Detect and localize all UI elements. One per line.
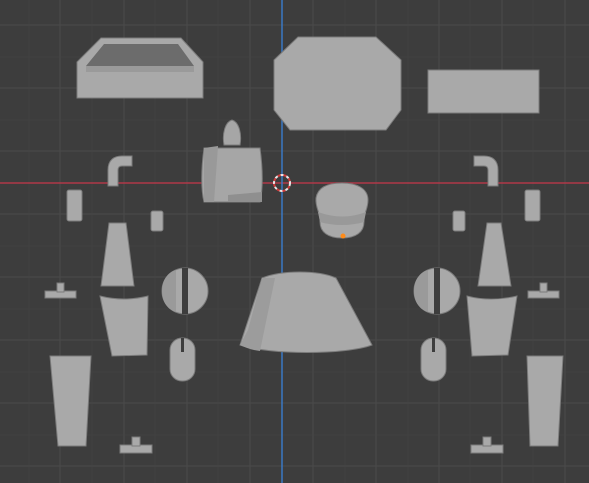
head[interactable] xyxy=(315,182,369,239)
right-capsule[interactable] xyxy=(420,337,447,382)
left-slotted-sphere[interactable] xyxy=(161,267,209,315)
right-small-cylinder[interactable] xyxy=(524,189,541,222)
tray-box[interactable] xyxy=(76,37,204,99)
left-tiny-cylinder[interactable] xyxy=(150,210,164,232)
right-slotted-sphere[interactable] xyxy=(413,267,461,315)
origin-point xyxy=(340,233,346,239)
left-capsule[interactable] xyxy=(169,337,196,382)
octagon-panel[interactable] xyxy=(273,36,402,131)
left-small-cylinder[interactable] xyxy=(66,189,83,222)
right-tiny-cylinder[interactable] xyxy=(452,210,466,232)
3d-viewport[interactable] xyxy=(0,0,589,483)
flat-plate[interactable] xyxy=(427,69,540,114)
right-shin[interactable] xyxy=(526,355,564,447)
right-thigh[interactable] xyxy=(466,295,518,357)
